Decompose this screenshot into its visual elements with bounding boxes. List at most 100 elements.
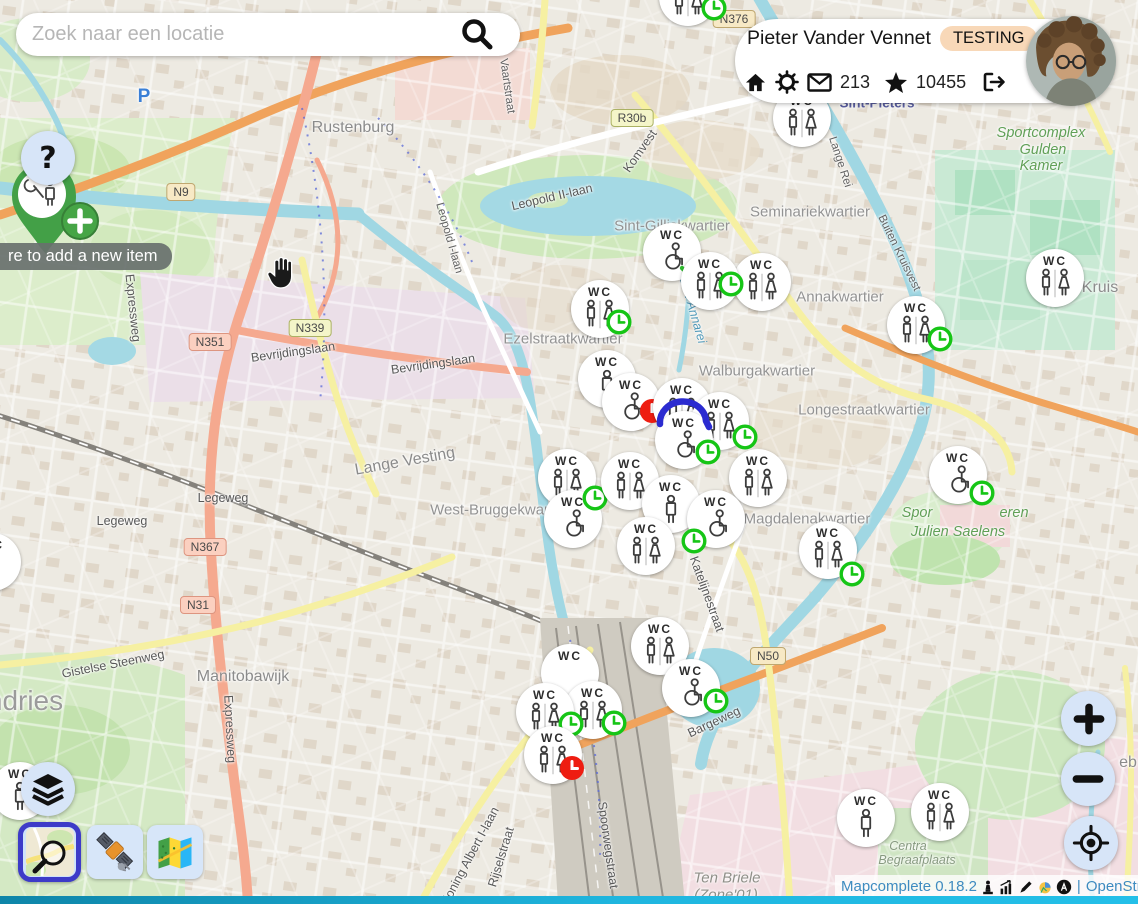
basemap-osm-button[interactable]	[18, 822, 81, 882]
map-label: Gulden	[1020, 142, 1067, 158]
toilet-marker-pair[interactable]: WC	[729, 449, 787, 507]
toilet-marker-wheelchair[interactable]: WC	[687, 490, 745, 548]
map-label: Centra	[889, 839, 927, 853]
layers-icon	[28, 769, 68, 809]
map-magnifier-icon	[26, 828, 74, 876]
map-label: Katelijnestraat	[687, 554, 727, 633]
search-input[interactable]	[16, 23, 460, 46]
road-shield: R30b	[611, 109, 654, 127]
map-label: Walburgakwartier	[699, 363, 815, 380]
attribution-bar: Mapcomplete 0.18.2 | OpenStreetMap	[835, 875, 1138, 898]
statue-icon[interactable]	[980, 879, 996, 895]
geolocate-button[interactable]	[1064, 816, 1118, 870]
map-label: Leopold II-laan	[510, 181, 594, 213]
osm-link[interactable]: OpenStreetMap	[1086, 878, 1138, 895]
app-version[interactable]: Mapcomplete 0.18.2	[841, 878, 977, 895]
toilet-marker-wheelchair[interactable]: WC	[662, 659, 720, 717]
map-label: Julien Saelens	[911, 524, 1005, 540]
community-icon[interactable]	[1037, 879, 1053, 895]
mail-icon[interactable]	[807, 73, 832, 92]
map-label: ndries	[0, 685, 63, 717]
map-label: eb	[1119, 754, 1137, 772]
folded-map-icon	[153, 830, 197, 874]
bottom-accent-bar	[0, 896, 1138, 904]
license-icon[interactable]	[1056, 879, 1072, 895]
toilet-marker-pair[interactable]: WC	[681, 252, 739, 310]
map-label: Bevrijdingslaan	[390, 351, 476, 377]
map-label: Bevrijdingslaan	[250, 339, 336, 365]
road-shield: N351	[189, 333, 232, 351]
basemap-satellite-button[interactable]	[87, 825, 143, 879]
zoom-in-button[interactable]	[1061, 691, 1116, 746]
user-name: Pieter Vander Vennet	[747, 27, 931, 50]
marker-label: WC	[558, 650, 582, 662]
toilet-marker-pair[interactable]: WC	[1026, 249, 1084, 307]
map-label: Gistelse Steenweg	[61, 647, 166, 681]
star-icon	[884, 71, 908, 94]
map-label: Lange Rei	[826, 135, 854, 189]
statistics-icon[interactable]	[999, 879, 1015, 895]
map-label: Komvest	[620, 127, 659, 175]
map-label: Ten Briele	[694, 870, 761, 887]
map-label: Spoorwegstraat	[595, 801, 621, 890]
toilet-marker-wheelchair[interactable]: WC	[929, 446, 987, 504]
map-label: Longestraatkwartier	[798, 402, 930, 419]
map-label: Spor	[902, 505, 933, 521]
toilet-marker-pair[interactable]: WC	[799, 521, 857, 579]
map-overlay-layer: N9R30bN376N339N351N367N31N50Brugge-Sint-…	[0, 0, 1138, 904]
road-shield: N50	[750, 647, 786, 665]
minus-icon	[1068, 759, 1108, 799]
map-label: Sportcomplex	[997, 125, 1086, 141]
satellite-icon	[93, 830, 137, 874]
map-label: Seminariekwartier	[750, 204, 870, 221]
map-label: P	[138, 86, 151, 108]
logout-icon[interactable]	[982, 71, 1006, 93]
basemap-map-button[interactable]	[147, 825, 203, 879]
map-label: Leopold I-laan	[433, 201, 465, 274]
layers-button[interactable]	[21, 762, 75, 816]
zoom-out-button[interactable]	[1061, 752, 1115, 806]
map-label: Vaartstraat	[497, 58, 517, 115]
map-label: Koning Albert I-laan	[438, 805, 502, 904]
toilet-marker-pair[interactable]: WC	[733, 253, 791, 311]
map-label: Manitobawijk	[197, 668, 289, 686]
add-item-tooltip: re to add a new item	[0, 243, 172, 270]
attribution-separator: |	[1077, 878, 1081, 895]
toilet-marker-single[interactable]: WC	[0, 533, 21, 591]
plus-icon	[1069, 699, 1109, 739]
changesets-count: 10455	[916, 72, 966, 93]
road-shield: N31	[180, 596, 216, 614]
map-label: Legeweg	[198, 491, 249, 505]
map-label: Rijselstraat	[485, 825, 516, 888]
pencil-icon[interactable]	[1018, 879, 1034, 895]
toilet-marker-pair[interactable]: WC	[887, 296, 945, 354]
map-label: Legeweg	[97, 514, 148, 528]
toilet-marker-single[interactable]: WC	[837, 789, 895, 847]
toilet-marker-pair[interactable]: WC	[659, 0, 717, 26]
help-button[interactable]: ?	[21, 131, 75, 185]
search-icon[interactable]	[460, 18, 494, 52]
toilet-marker-pair[interactable]: WC	[524, 726, 582, 784]
toilet-marker-pair[interactable]: WC	[571, 280, 629, 338]
search-bar	[16, 13, 520, 56]
selected-highlight-arc	[655, 392, 713, 440]
map-label: Buiten Kruisvest	[875, 213, 922, 293]
home-icon[interactable]	[744, 72, 767, 93]
toilet-marker-wheelchair[interactable]: WC	[602, 373, 660, 431]
road-shield: N367	[184, 538, 227, 556]
map-label: Expressweg	[221, 695, 239, 764]
map-label: Kamer	[1020, 158, 1063, 174]
hand-cursor	[263, 252, 303, 294]
toilet-marker-pair[interactable]: WC	[617, 517, 675, 575]
map-label: Kruis	[1082, 279, 1118, 297]
crosshair-icon	[1070, 822, 1112, 864]
gear-icon[interactable]	[775, 70, 799, 94]
avatar[interactable]	[1026, 16, 1116, 106]
map-label: eren	[999, 505, 1028, 521]
map-label: Lange Vesting	[353, 444, 456, 479]
toilet-marker-wheelchair[interactable]: WC	[544, 490, 602, 548]
map-label: Magdalenakwartier	[744, 511, 871, 528]
map-label: Annakwartier	[796, 289, 884, 306]
testing-badge: TESTING	[940, 26, 1038, 51]
toilet-marker-pair[interactable]: WC	[911, 783, 969, 841]
